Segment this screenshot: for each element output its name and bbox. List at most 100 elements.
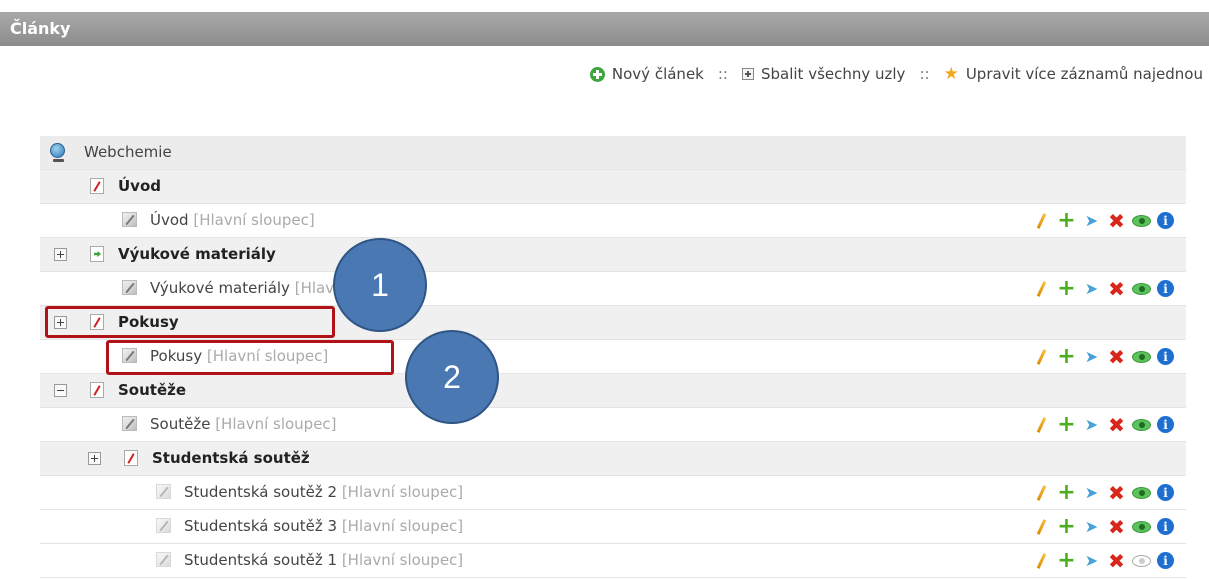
tree-root[interactable]: Webchemie — [40, 136, 1186, 170]
node-label[interactable]: Soutěže — [118, 381, 186, 399]
edit-multiple-button[interactable]: ★ Upravit více záznamů najednou — [944, 65, 1203, 83]
tree-node-pokusy[interactable]: Pokusy — [40, 306, 1186, 340]
leaf-label[interactable]: Soutěže [Hlavní sloupec] — [150, 415, 337, 433]
node-label[interactable]: Úvod — [118, 177, 161, 195]
info-icon[interactable]: i — [1157, 416, 1174, 433]
node-label[interactable]: Pokusy — [118, 313, 179, 331]
page-icon — [124, 450, 138, 466]
content-item-icon — [156, 484, 171, 499]
tree-node-souteze[interactable]: Soutěže — [40, 374, 1186, 408]
delete-icon[interactable]: ✖ — [1107, 415, 1126, 435]
move-icon[interactable]: ➤ — [1082, 415, 1101, 434]
tree-leaf-vyukove-materialy[interactable]: Výukové materiály [Hlavní sloupec] + ➤ ✖… — [40, 272, 1186, 306]
delete-icon[interactable]: ✖ — [1107, 517, 1126, 537]
new-article-label: Nový článek — [611, 65, 704, 83]
leaf-title: Studentská soutěž 1 — [184, 551, 338, 569]
edit-icon[interactable] — [1032, 279, 1051, 298]
delete-icon[interactable]: ✖ — [1107, 211, 1126, 231]
eye-icon[interactable] — [1132, 486, 1151, 499]
eye-icon[interactable] — [1132, 520, 1151, 533]
info-icon[interactable]: i — [1157, 552, 1174, 569]
leaf-label[interactable]: Pokusy [Hlavní sloupec] — [150, 347, 328, 365]
info-icon[interactable]: i — [1157, 484, 1174, 501]
expand-icon[interactable] — [54, 248, 67, 261]
tree-node-uvod[interactable]: Úvod — [40, 170, 1186, 204]
tree-leaf-pokusy[interactable]: Pokusy [Hlavní sloupec] + ➤ ✖ i — [40, 340, 1186, 374]
edit-icon[interactable] — [1032, 415, 1051, 434]
node-label[interactable]: Výukové materiály — [118, 245, 276, 263]
star-icon: ★ — [943, 63, 959, 84]
eye-icon[interactable] — [1132, 282, 1151, 295]
delete-icon[interactable]: ✖ — [1107, 279, 1126, 299]
leaf-column: [Hlavní sloupec] — [193, 211, 315, 229]
plus-icon[interactable]: + — [1057, 549, 1076, 571]
row-actions: + ➤ ✖ i — [1032, 549, 1174, 571]
tree-leaf-souteze[interactable]: Soutěže [Hlavní sloupec] + ➤ ✖ i — [40, 408, 1186, 442]
plus-icon[interactable]: + — [1057, 345, 1076, 367]
row-actions: + ➤ ✖ i — [1032, 413, 1174, 435]
eye-icon[interactable] — [1132, 350, 1151, 363]
move-icon[interactable]: ➤ — [1082, 517, 1101, 536]
edit-icon[interactable] — [1032, 551, 1051, 570]
edit-icon[interactable] — [1032, 517, 1051, 536]
info-icon[interactable]: i — [1157, 212, 1174, 229]
add-circle-icon — [589, 66, 605, 82]
leaf-label[interactable]: Studentská soutěž 3 [Hlavní sloupec] — [184, 517, 463, 535]
eye-hidden-icon[interactable] — [1132, 554, 1151, 567]
edit-multiple-label: Upravit více záznamů najednou — [965, 65, 1203, 83]
tree-leaf-studentska-soutez-3[interactable]: Studentská soutěž 3 [Hlavní sloupec] + ➤… — [40, 510, 1186, 544]
leaf-column: [Hlavní sloupec] — [341, 483, 464, 501]
callout-badge-2: 2 — [405, 330, 499, 424]
row-actions: + ➤ ✖ i — [1032, 277, 1174, 299]
info-icon[interactable]: i — [1157, 280, 1174, 297]
article-tree: Webchemie Úvod Úvod [Hlavní sloupec] + ➤… — [40, 136, 1186, 578]
content-item-icon — [122, 416, 137, 431]
tree-leaf-studentska-soutez-1[interactable]: Studentská soutěž 1 [Hlavní sloupec] + ➤… — [40, 544, 1186, 578]
move-icon[interactable]: ➤ — [1082, 347, 1101, 366]
globe-icon — [50, 143, 65, 162]
row-actions: + ➤ ✖ i — [1032, 209, 1174, 231]
content-item-icon — [122, 348, 137, 363]
leaf-title: Úvod — [150, 211, 189, 229]
eye-icon[interactable] — [1132, 418, 1151, 431]
tree-node-vyukove-materialy[interactable]: Výukové materiály — [40, 238, 1186, 272]
expand-box-icon — [741, 68, 754, 80]
plus-icon[interactable]: + — [1057, 209, 1076, 231]
node-label[interactable]: Studentská soutěž — [152, 449, 310, 467]
expand-icon[interactable] — [54, 316, 67, 329]
edit-icon[interactable] — [1032, 211, 1051, 230]
move-icon[interactable]: ➤ — [1082, 211, 1101, 230]
info-icon[interactable]: i — [1157, 518, 1174, 535]
move-icon[interactable]: ➤ — [1082, 483, 1101, 502]
leaf-column: [Hlavní sloupec] — [215, 415, 337, 433]
move-icon[interactable]: ➤ — [1082, 551, 1101, 570]
edit-icon[interactable] — [1032, 347, 1051, 366]
row-actions: + ➤ ✖ i — [1032, 481, 1174, 503]
expand-icon[interactable] — [88, 452, 101, 465]
eye-icon[interactable] — [1132, 214, 1151, 227]
tree-leaf-studentska-soutez-2[interactable]: Studentská soutěž 2 [Hlavní sloupec] + ➤… — [40, 476, 1186, 510]
move-icon[interactable]: ➤ — [1082, 279, 1101, 298]
leaf-label[interactable]: Studentská soutěž 2 [Hlavní sloupec] — [184, 483, 463, 501]
collapse-all-button[interactable]: Sbalit všechny uzly — [741, 65, 905, 83]
leaf-column: [Hlavní sloupec] — [341, 517, 464, 535]
leaf-column: [Hlavní sloupec] — [341, 551, 464, 569]
delete-icon[interactable]: ✖ — [1107, 347, 1126, 367]
leaf-label[interactable]: Studentská soutěž 1 [Hlavní sloupec] — [184, 551, 463, 569]
plus-icon[interactable]: + — [1057, 277, 1076, 299]
tree-node-studentska-soutez[interactable]: Studentská soutěž — [40, 442, 1186, 476]
leaf-title: Výukové materiály — [150, 279, 290, 297]
plus-icon[interactable]: + — [1057, 413, 1076, 435]
redirect-page-icon — [90, 246, 104, 262]
delete-icon[interactable]: ✖ — [1107, 551, 1126, 571]
collapse-icon[interactable] — [54, 384, 67, 397]
plus-icon[interactable]: + — [1057, 515, 1076, 537]
info-icon[interactable]: i — [1157, 348, 1174, 365]
plus-icon[interactable]: + — [1057, 481, 1076, 503]
delete-icon[interactable]: ✖ — [1107, 483, 1126, 503]
leaf-label[interactable]: Úvod [Hlavní sloupec] — [150, 211, 315, 229]
edit-icon[interactable] — [1032, 483, 1051, 502]
root-label: Webchemie — [84, 143, 172, 161]
new-article-button[interactable]: Nový článek — [589, 65, 704, 83]
tree-leaf-uvod[interactable]: Úvod [Hlavní sloupec] + ➤ ✖ i — [40, 204, 1186, 238]
